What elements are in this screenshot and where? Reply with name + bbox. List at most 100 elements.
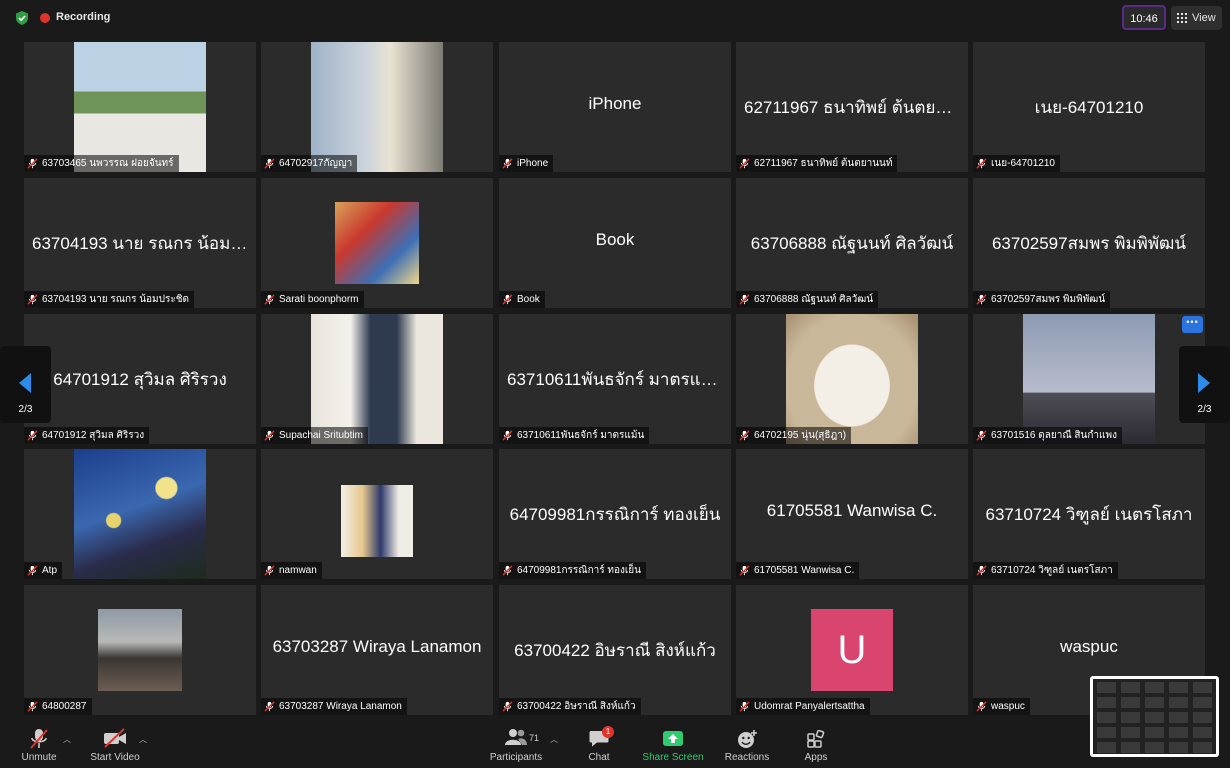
thumbnail-cell bbox=[1169, 742, 1188, 753]
participant-name-caption: 62711967 ธนาทิพย์ ต้นตยานนท์ bbox=[736, 155, 898, 172]
participant-name-label: 64702195 นุ่น(สุธิฎา) bbox=[754, 430, 847, 441]
thumbnail-cell bbox=[1193, 727, 1212, 738]
participant-display-name: 63703287 Wiraya Lanamon bbox=[272, 637, 482, 656]
mic-muted-icon bbox=[27, 430, 38, 441]
mic-muted-icon bbox=[976, 430, 987, 441]
anime-photo bbox=[335, 202, 419, 284]
security-shield-icon[interactable] bbox=[14, 10, 30, 26]
participant-name-label: 64701912 สุวิมล ศิริรวง bbox=[42, 430, 145, 441]
next-page-button[interactable]: 2/3 bbox=[1179, 346, 1230, 423]
mic-muted-icon bbox=[976, 701, 987, 712]
participant-name-caption: 63701516 ดุลยาณี สินกำแพง bbox=[973, 427, 1122, 444]
silhouette-photo bbox=[1023, 314, 1155, 444]
participant-tile[interactable]: namwan bbox=[261, 449, 493, 579]
participant-tile[interactable]: 63704193 นาย รณกร น้อมประชิด 63704193 นาย… bbox=[24, 178, 256, 308]
participant-tile[interactable]: Book Book bbox=[499, 178, 731, 308]
thumbnail-cell bbox=[1145, 682, 1164, 693]
participant-display-name: 63702597สมพร พิมพิพัฒน์ bbox=[991, 234, 1187, 253]
unmute-button[interactable]: Unmute bbox=[14, 720, 64, 768]
starry-night-photo bbox=[74, 449, 206, 579]
participant-name-label: 62711967 ธนาทิพย์ ต้นตยานนท์ bbox=[754, 158, 893, 169]
participant-tile[interactable]: 63701516 ดุลยาณี สินกำแพง ••• bbox=[973, 314, 1205, 444]
thumbnail-cell bbox=[1145, 697, 1164, 708]
participant-name-caption: 64702917กัญญา bbox=[261, 155, 358, 172]
thumbnail-cell bbox=[1121, 742, 1140, 753]
participant-display-name: 62711967 ธนาทิพย์ ต้นตยานนท์ bbox=[744, 98, 960, 117]
participant-tile[interactable]: 64702917กัญญา bbox=[261, 42, 493, 172]
participant-name-caption: Book bbox=[499, 291, 545, 308]
participant-tile[interactable]: 63700422 อิษราณี สิงห์แก้ว 63700422 อิษรา… bbox=[499, 585, 731, 715]
view-button[interactable]: View bbox=[1171, 6, 1222, 30]
participant-tile[interactable]: 62711967 ธนาทิพย์ ต้นตยานนท์ 62711967 ธนา… bbox=[736, 42, 968, 172]
grid-view-icon bbox=[1177, 13, 1187, 23]
audio-options-chevron-icon[interactable]: ︿ bbox=[63, 734, 71, 745]
participant-name-caption: 63703287 Wiraya Lanamon bbox=[261, 698, 407, 715]
participant-tile[interactable]: 64701912 สุวิมล ศิริรวง 64701912 สุวิมล ศ… bbox=[24, 314, 256, 444]
participant-name-label: 64709981กรรณิการ์ ทองเย็น bbox=[517, 565, 641, 576]
participant-name-label: namwan bbox=[279, 565, 317, 576]
participant-tile[interactable]: 63702597สมพร พิมพิพัฒน์ 63702597สมพร พิมพ… bbox=[973, 178, 1205, 308]
meeting-clock: 10:46 bbox=[1122, 5, 1166, 30]
participants-options-chevron-icon[interactable]: ︿ bbox=[550, 734, 558, 745]
mic-muted-icon bbox=[739, 430, 750, 441]
participant-display-name: 63710724 วิฑูลย์ เนตรโสภา bbox=[985, 505, 1193, 524]
previous-page-button[interactable]: 2/3 bbox=[0, 346, 51, 423]
thumbnail-cell bbox=[1169, 712, 1188, 723]
participant-tile[interactable]: เนย-64701210 เนย-64701210 bbox=[973, 42, 1205, 172]
participant-name-caption: 63704193 นาย รณกร น้อมประชิด bbox=[24, 291, 195, 308]
participant-name-caption: 64702195 นุ่น(สุธิฎา) bbox=[736, 427, 852, 444]
participant-name-label: Book bbox=[517, 294, 540, 305]
participant-tile[interactable]: 63710724 วิฑูลย์ เนตรโสภา 63710724 วิฑูลย… bbox=[973, 449, 1205, 579]
participant-tile[interactable]: 63710611พันธจักร์ มาตรแม้น 63710611พันธจั… bbox=[499, 314, 731, 444]
start-video-label: Start Video bbox=[90, 752, 140, 763]
reactions-smiley-icon bbox=[738, 730, 757, 748]
participant-tile[interactable]: Atp bbox=[24, 449, 256, 579]
more-options-button[interactable]: ••• bbox=[1182, 316, 1203, 333]
arrow-left-icon bbox=[19, 373, 31, 393]
thumbnail-cell bbox=[1169, 697, 1188, 708]
participants-icon bbox=[505, 729, 527, 745]
participant-tile[interactable]: 64709981กรรณิการ์ ทองเย็น 64709981กรรณิกา… bbox=[499, 449, 731, 579]
video-options-chevron-icon[interactable]: ︿ bbox=[139, 734, 147, 745]
participant-display-name: Book bbox=[595, 230, 635, 249]
participant-display-name: 63700422 อิษราณี สิงห์แก้ว bbox=[514, 641, 716, 660]
participant-tile[interactable]: 63706888 ณัฐนนท์ ศิลวัฒน์ 63706888 ณัฐนนท… bbox=[736, 178, 968, 308]
apps-button[interactable]: Apps bbox=[796, 720, 836, 768]
participant-tile[interactable]: U Udomrat Panyalertsattha bbox=[736, 585, 968, 715]
gallery-thumbnail-preview[interactable] bbox=[1090, 676, 1219, 757]
mic-muted-icon bbox=[976, 294, 987, 305]
participant-name-label: iPhone bbox=[517, 158, 549, 169]
mic-muted-icon bbox=[502, 294, 513, 305]
participant-tile[interactable]: 64800287 bbox=[24, 585, 256, 715]
thumbnail-cell bbox=[1097, 727, 1116, 738]
participant-tile[interactable]: 64702195 นุ่น(สุธิฎา) bbox=[736, 314, 968, 444]
mic-muted-icon bbox=[502, 565, 513, 576]
participant-tile[interactable]: 63703465 นพวรรณ ฝอยจันทร์ bbox=[24, 42, 256, 172]
participant-name-caption: Supachai Sritubtim bbox=[261, 427, 368, 444]
participant-name-label: 61705581 Wanwisa C. bbox=[754, 565, 855, 576]
participant-name-caption: 63710724 วิฑูลย์ เนตรโสภา bbox=[973, 562, 1118, 579]
share-screen-button[interactable]: Share Screen bbox=[638, 720, 708, 768]
participant-tile[interactable]: Sarati boonphorm bbox=[261, 178, 493, 308]
apps-label: Apps bbox=[804, 752, 828, 763]
participant-tile[interactable]: 63703287 Wiraya Lanamon 63703287 Wiraya L… bbox=[261, 585, 493, 715]
recording-label[interactable]: Recording bbox=[56, 11, 110, 23]
participant-name-label: 63701516 ดุลยาณี สินกำแพง bbox=[991, 430, 1117, 441]
participants-button[interactable]: 71 Participants bbox=[486, 720, 546, 768]
participant-tile[interactable]: Supachai Sritubtim bbox=[261, 314, 493, 444]
video-camera-off-icon bbox=[104, 728, 126, 748]
chat-label: Chat bbox=[588, 752, 610, 763]
chat-button[interactable]: 1 Chat bbox=[582, 720, 616, 768]
reactions-button[interactable]: Reactions bbox=[720, 720, 774, 768]
page-indicator-right: 2/3 bbox=[1197, 404, 1212, 415]
participant-name-label: 64800287 bbox=[42, 701, 87, 712]
mic-muted-icon bbox=[27, 701, 38, 712]
illustration-photo bbox=[341, 485, 413, 557]
participant-tile[interactable]: iPhone iPhone bbox=[499, 42, 731, 172]
participant-name-label: 64702917กัญญา bbox=[279, 158, 353, 169]
participant-tile[interactable]: 61705581 Wanwisa C. 61705581 Wanwisa C. bbox=[736, 449, 968, 579]
start-video-button[interactable]: Start Video bbox=[86, 720, 144, 768]
participant-name-label: Atp bbox=[42, 565, 58, 576]
top-bar: Recording 10:46 View bbox=[0, 0, 1230, 36]
man-photo bbox=[311, 314, 443, 444]
